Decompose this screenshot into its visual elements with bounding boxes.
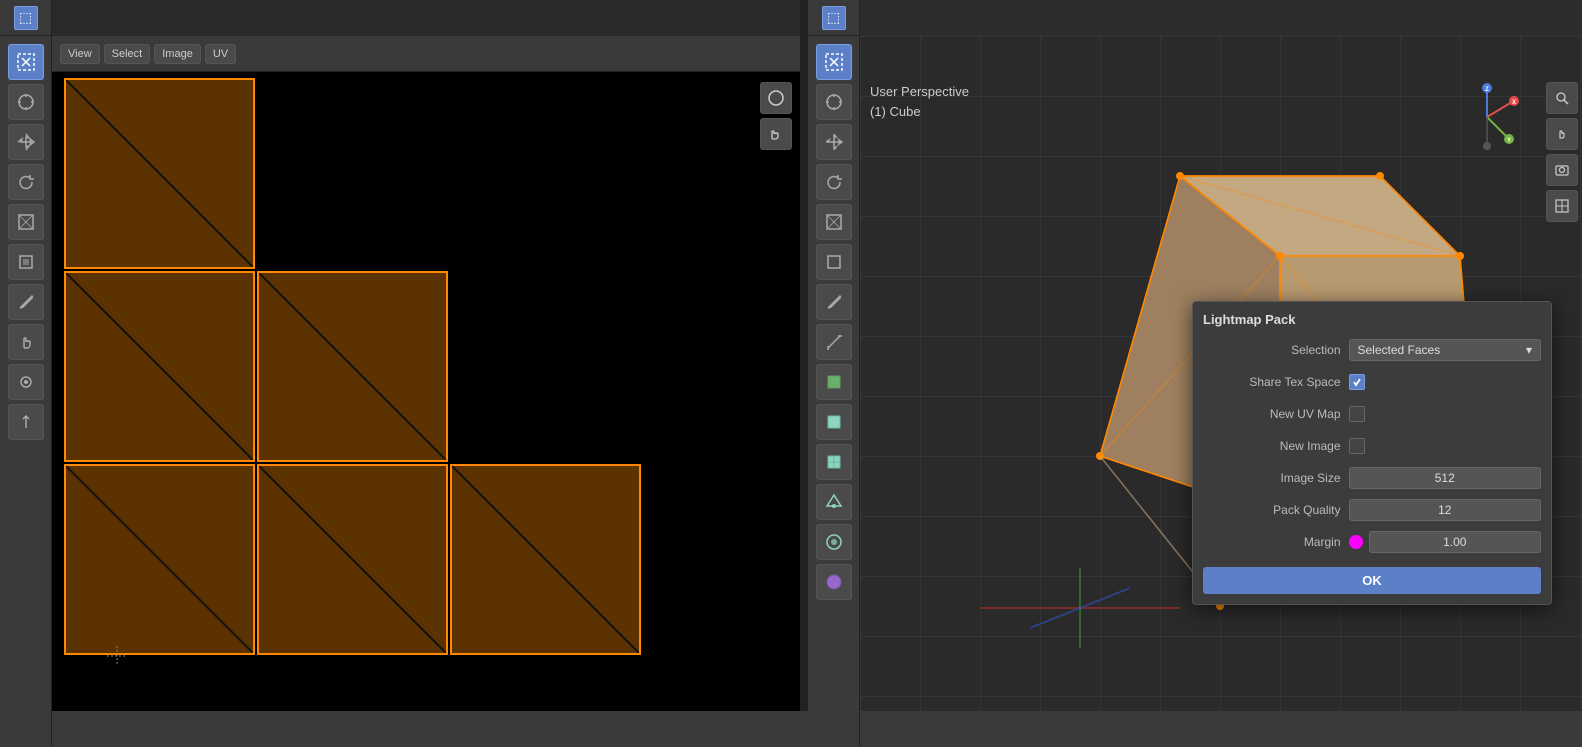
viewport-3d-panel: ⬚ xyxy=(808,0,1582,711)
dialog-title: Lightmap Pack xyxy=(1203,312,1541,327)
uv-editor-panel: ⬚ xyxy=(0,0,800,711)
viewport-mode-icon[interactable]: ⬚ xyxy=(808,0,860,36)
viewport-measure-btn[interactable] xyxy=(816,324,852,360)
uv-left-toolbar xyxy=(0,36,52,747)
share-tex-row: Share Tex Space xyxy=(1203,369,1541,395)
viewport-shrink-btn[interactable] xyxy=(816,524,852,560)
selection-dropdown[interactable]: Selected Faces ▾ xyxy=(1349,339,1542,361)
margin-row: Margin 1.00 xyxy=(1203,529,1541,555)
uv-origin-crosshair xyxy=(107,646,127,666)
new-image-row: New Image xyxy=(1203,433,1541,459)
selection-row: Selection Selected Faces ▾ xyxy=(1203,337,1541,363)
viewport-object-label: (1) Cube xyxy=(870,102,969,122)
viewport-sphere-btn[interactable] xyxy=(816,564,852,600)
uv-cell-2-1 xyxy=(257,464,448,655)
uv-menu-select[interactable]: Select xyxy=(104,44,151,64)
transform-tool-btn[interactable] xyxy=(8,244,44,280)
zoom-icon[interactable] xyxy=(1546,82,1578,114)
viewport-cube-add-btn[interactable] xyxy=(816,364,852,400)
new-uv-map-control xyxy=(1349,406,1542,422)
uv-mode-icon[interactable]: ⬚ xyxy=(0,0,52,36)
uv-menu-uv[interactable]: UV xyxy=(205,44,236,64)
viewport-perspective-label: User Perspective xyxy=(870,82,969,102)
share-tex-control xyxy=(1349,374,1542,390)
pack-quality-label: Pack Quality xyxy=(1203,503,1349,517)
viewport-rotate-btn[interactable] xyxy=(816,164,852,200)
scale-tool-btn[interactable] xyxy=(8,204,44,240)
new-image-control xyxy=(1349,438,1542,454)
cursor-tool-btn[interactable] xyxy=(8,84,44,120)
share-tex-label: Share Tex Space xyxy=(1203,375,1349,389)
dropdown-chevron: ▾ xyxy=(1526,343,1532,357)
viewport-face-sel-btn[interactable] xyxy=(816,444,852,480)
uv-float-tools xyxy=(760,82,792,150)
pack-quality-field[interactable]: 12 xyxy=(1349,499,1542,521)
viewport-cube-sel-btn[interactable] xyxy=(816,404,852,440)
annotate-tool-btn[interactable] xyxy=(8,284,44,320)
uv-cell-1-0 xyxy=(64,271,255,462)
uv-menu-image[interactable]: Image xyxy=(154,44,201,64)
viewport-scale-btn[interactable] xyxy=(816,204,852,240)
move-tool-btn[interactable] xyxy=(8,124,44,160)
uv-top-bar: View Select Image UV xyxy=(52,36,800,72)
viewport-3d-area[interactable]: View Select Add Mesh Vertex Edge Face UV… xyxy=(860,36,1582,711)
share-tex-checkbox[interactable] xyxy=(1349,374,1365,390)
viewport-overlay-icons xyxy=(1546,82,1578,222)
lightmap-pack-dialog: Lightmap Pack Selection Selected Faces ▾… xyxy=(1192,301,1552,605)
rotate-tool-btn[interactable] xyxy=(8,164,44,200)
uv-grid xyxy=(62,76,682,706)
viewport-select-btn[interactable] xyxy=(816,44,852,80)
svg-text:Z: Z xyxy=(1485,87,1489,93)
selection-label: Selection xyxy=(1203,343,1349,357)
pack-quality-control: 12 xyxy=(1349,499,1542,521)
hand-tool-btn[interactable] xyxy=(8,324,44,360)
uv-cell-1-1 xyxy=(257,271,448,462)
margin-field-container: 1.00 xyxy=(1349,531,1542,553)
viewport-transform-btn[interactable] xyxy=(816,244,852,280)
selection-control: Selected Faces ▾ xyxy=(1349,339,1542,361)
margin-label: Margin xyxy=(1203,535,1349,549)
new-image-checkbox[interactable] xyxy=(1349,438,1365,454)
new-image-label: New Image xyxy=(1203,439,1349,453)
uv-cell-2-0 xyxy=(64,464,255,655)
margin-color-dot xyxy=(1349,535,1363,549)
viewport-header: User Perspective (1) Cube xyxy=(870,82,969,121)
viewport-left-toolbar xyxy=(808,36,860,747)
grid-icon[interactable] xyxy=(1546,190,1578,222)
hand-icon[interactable] xyxy=(1546,118,1578,150)
finger-tool-btn[interactable] xyxy=(8,404,44,440)
image-size-control: 512 xyxy=(1349,467,1542,489)
viewport-annotate-btn[interactable] xyxy=(816,284,852,320)
margin-value-field[interactable]: 1.00 xyxy=(1369,531,1542,553)
pack-quality-row: Pack Quality 12 xyxy=(1203,497,1541,523)
viewport-move-btn[interactable] xyxy=(816,124,852,160)
new-uv-map-checkbox[interactable] xyxy=(1349,406,1365,422)
viewport-solidify-btn[interactable] xyxy=(816,484,852,520)
select-tool-btn[interactable] xyxy=(8,44,44,80)
viewport-cursor-btn[interactable] xyxy=(816,84,852,120)
image-size-label: Image Size xyxy=(1203,471,1349,485)
ok-button[interactable]: OK xyxy=(1203,567,1541,594)
svg-text:X: X xyxy=(1512,100,1516,106)
selection-value: Selected Faces xyxy=(1358,343,1441,357)
pin-float-btn[interactable] xyxy=(760,82,792,114)
grab-tool-btn[interactable] xyxy=(8,364,44,400)
uv-cell-0-0 xyxy=(64,78,255,269)
camera-icon[interactable] xyxy=(1546,154,1578,186)
uv-cell-2-2 xyxy=(450,464,641,655)
new-uv-map-label: New UV Map xyxy=(1203,407,1349,421)
image-size-row: Image Size 512 xyxy=(1203,465,1541,491)
new-uv-map-row: New UV Map xyxy=(1203,401,1541,427)
panel-divider xyxy=(800,0,808,711)
uv-menu-view[interactable]: View xyxy=(60,44,100,64)
uv-canvas: View Select Image UV xyxy=(52,36,800,711)
hand-float-btn[interactable] xyxy=(760,118,792,150)
margin-control: 1.00 xyxy=(1349,531,1542,553)
image-size-field[interactable]: 512 xyxy=(1349,467,1542,489)
